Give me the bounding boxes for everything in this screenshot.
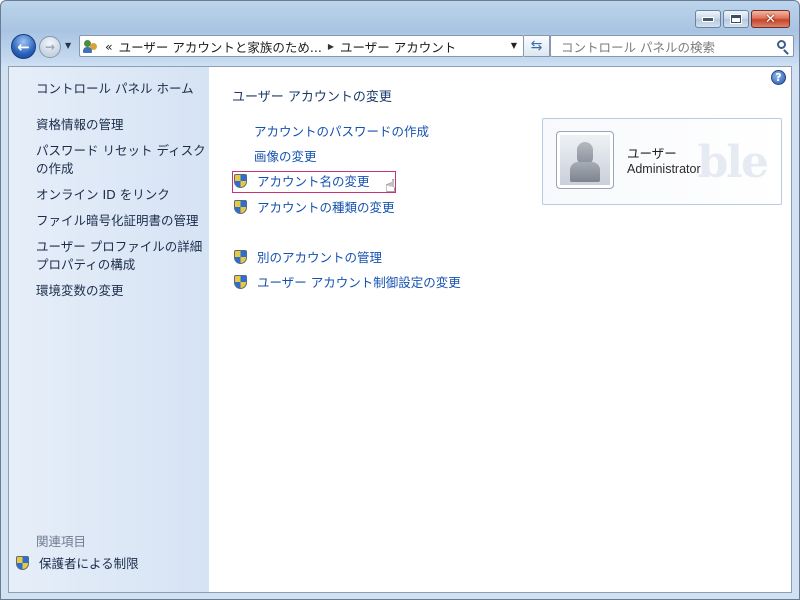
task-change-picture[interactable]: 画像の変更 xyxy=(234,148,317,166)
sidebar-item-password-reset-disk[interactable]: パスワード リセット ディスク の作成 xyxy=(36,142,206,178)
hand-pointer-icon: ☝ xyxy=(385,176,396,197)
history-dropdown-icon[interactable]: ▼ xyxy=(65,41,71,50)
user-role: Administrator xyxy=(627,162,701,176)
navigation-bar: ← → ▼ « ユーザー アカウントと家族のため... ▶ ユーザー アカウント… xyxy=(9,34,794,60)
uac-shield-icon xyxy=(234,200,247,214)
close-icon: ✕ xyxy=(765,11,776,27)
sidebar-item-parental-controls[interactable]: 保護者による制限 xyxy=(16,555,139,573)
sidebar-item-credentials[interactable]: 資格情報の管理 xyxy=(36,116,124,134)
sidebar-item-link-online-id[interactable]: オンライン ID をリンク xyxy=(36,186,170,204)
maximize-button[interactable] xyxy=(723,10,749,28)
forward-arrow-icon: → xyxy=(44,40,56,54)
caption-buttons: ✕ xyxy=(695,10,790,28)
avatar xyxy=(556,131,614,189)
related-heading: 関連項目 xyxy=(36,534,87,549)
back-button[interactable]: ← xyxy=(11,34,36,59)
address-bar[interactable]: « ユーザー アカウントと家族のため... ▶ ユーザー アカウント ▼ xyxy=(79,35,524,57)
task-uac-settings[interactable]: ユーザー アカウント制御設定の変更 xyxy=(234,274,461,292)
task-pane: コントロール パネル ホーム 資格情報の管理 パスワード リセット ディスク の… xyxy=(9,67,209,592)
search-icon[interactable] xyxy=(777,40,786,49)
search-box[interactable] xyxy=(550,35,794,57)
minimize-button[interactable] xyxy=(695,10,721,28)
breadcrumb-segment[interactable]: ユーザー アカウント xyxy=(340,37,456,56)
sidebar-item-label: プロパティの構成 xyxy=(36,257,136,272)
address-overflow-chevron[interactable]: « xyxy=(105,39,113,54)
sidebar-item-encryption-certs[interactable]: ファイル暗号化証明書の管理 xyxy=(36,212,199,230)
task-label: 別のアカウントの管理 xyxy=(256,250,382,265)
user-name: ユーザー xyxy=(627,146,677,161)
sidebar-item-label: ユーザー プロファイルの詳細 xyxy=(36,239,203,254)
card-watermark: ble xyxy=(697,137,769,188)
breadcrumb-separator-icon[interactable]: ▶ xyxy=(328,42,334,51)
task-label: アカウント名の変更 xyxy=(256,174,370,189)
uac-shield-icon xyxy=(16,556,29,570)
search-input[interactable] xyxy=(559,37,773,57)
task-change-account-name[interactable]: アカウント名の変更 xyxy=(232,171,396,193)
close-button[interactable]: ✕ xyxy=(751,10,790,28)
sidebar-item-label: パスワード リセット ディスク xyxy=(36,143,206,158)
sidebar-item-label: の作成 xyxy=(36,161,74,176)
task-label: 画像の変更 xyxy=(254,149,317,164)
address-dropdown-icon[interactable]: ▼ xyxy=(511,41,517,50)
refresh-icon: ⇆ xyxy=(530,38,543,54)
task-label: アカウントのパスワードの作成 xyxy=(254,124,430,139)
forward-button[interactable]: → xyxy=(39,36,61,58)
sidebar-item-profile-properties[interactable]: ユーザー プロファイルの詳細 プロパティの構成 xyxy=(36,238,202,274)
task-change-account-type[interactable]: アカウントの種類の変更 xyxy=(234,199,395,217)
task-create-password[interactable]: アカウントのパスワードの作成 xyxy=(234,123,429,141)
uac-shield-icon xyxy=(234,250,247,264)
window: ✕ ← → ▼ « ユーザー アカウントと家族のため... ▶ ユーザー アカウ… xyxy=(0,0,800,600)
breadcrumb-segment[interactable]: ユーザー アカウントと家族のため... xyxy=(119,37,322,56)
uac-shield-icon xyxy=(234,174,247,188)
task-label: アカウントの種類の変更 xyxy=(256,200,395,215)
minimize-icon xyxy=(702,16,714,22)
back-arrow-icon: ← xyxy=(17,37,30,56)
sidebar-item-label: 保護者による制限 xyxy=(38,556,139,571)
content-area: コントロール パネル ホーム 資格情報の管理 パスワード リセット ディスク の… xyxy=(8,66,792,593)
uac-shield-icon xyxy=(234,275,247,289)
sidebar-item-home[interactable]: コントロール パネル ホーム xyxy=(36,80,194,98)
task-label: ユーザー アカウント制御設定の変更 xyxy=(256,275,461,290)
user-accounts-icon xyxy=(83,38,99,54)
user-account-card: ble ユーザー Administrator xyxy=(542,118,782,205)
refresh-button[interactable]: ⇆ xyxy=(524,35,550,57)
task-manage-other-account[interactable]: 別のアカウントの管理 xyxy=(234,249,382,267)
sidebar-item-environment-variables[interactable]: 環境変数の変更 xyxy=(36,282,124,300)
help-icon[interactable]: ? xyxy=(771,70,786,85)
page-title: ユーザー アカウントの変更 xyxy=(232,90,392,105)
maximize-icon xyxy=(730,14,742,24)
